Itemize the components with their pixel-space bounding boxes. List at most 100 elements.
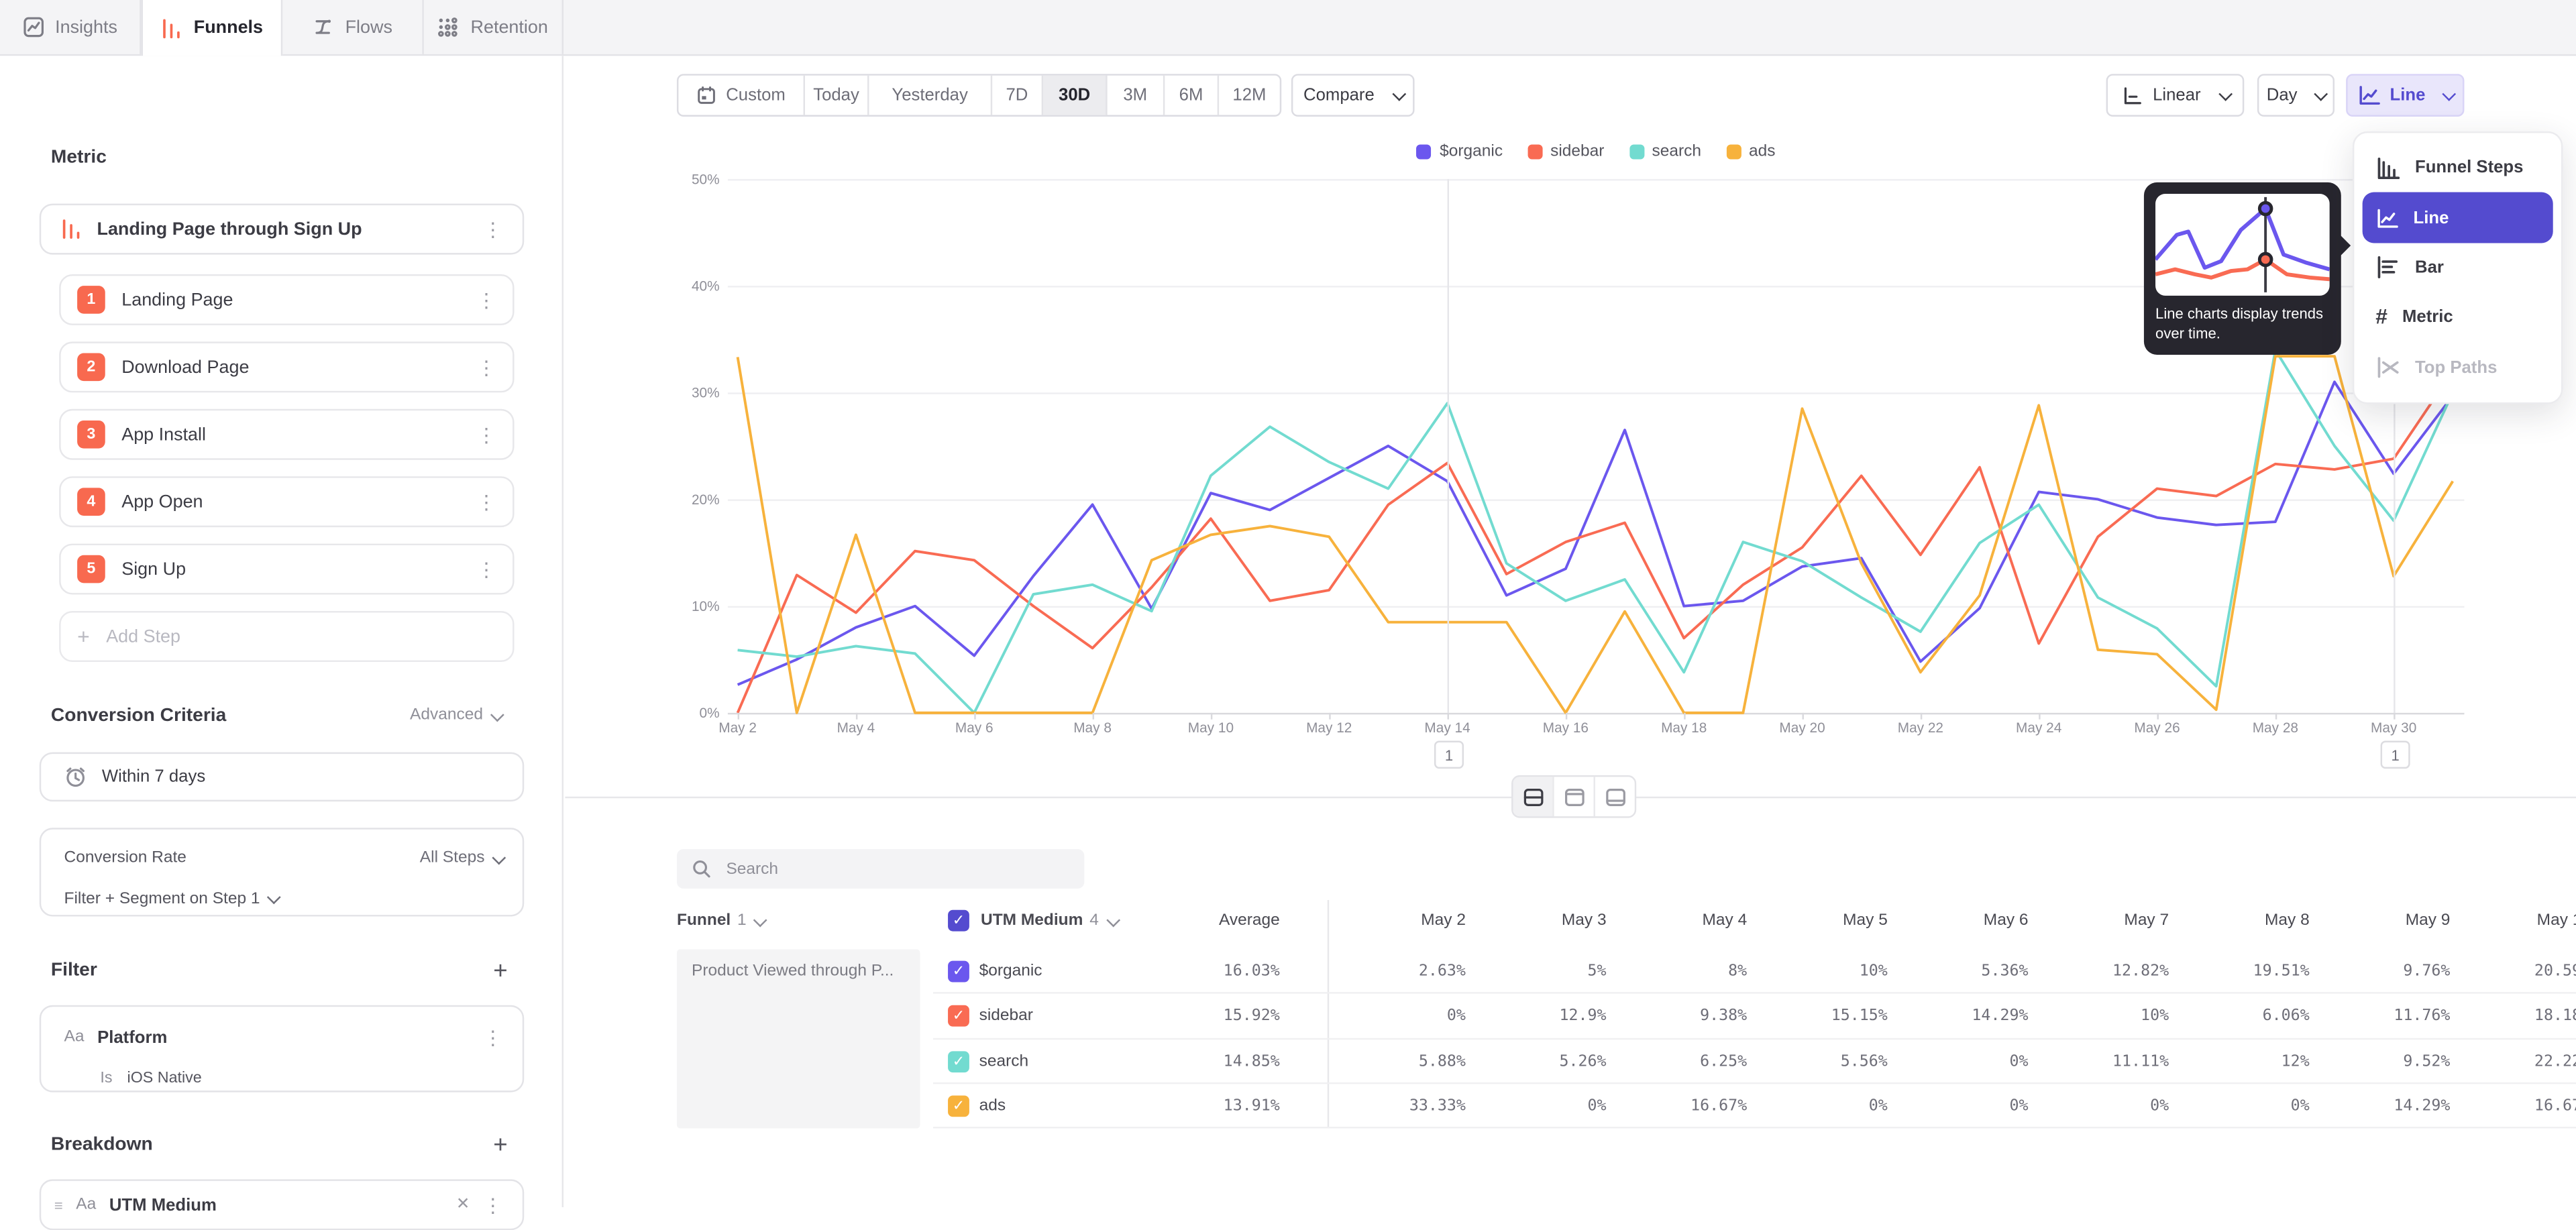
- step-number-badge: 1: [77, 286, 105, 314]
- menu-item-bar[interactable]: Bar: [2363, 243, 2553, 292]
- column-header-average[interactable]: Average: [1140, 900, 1300, 941]
- row-value: 16.03%: [1140, 950, 1300, 995]
- range-custom[interactable]: Custom: [678, 76, 805, 115]
- filter-operator[interactable]: Is: [100, 1068, 112, 1086]
- row-checkbox[interactable]: ✓: [948, 1095, 969, 1117]
- add-step-button[interactable]: + Add Step: [59, 611, 514, 662]
- search-input[interactable]: [723, 858, 1070, 880]
- column-header-may-9[interactable]: May 9: [2329, 900, 2470, 941]
- legend-label: ads: [1749, 143, 1775, 161]
- range-30d[interactable]: 30D: [1043, 76, 1108, 115]
- filter-value[interactable]: iOS Native: [127, 1068, 202, 1086]
- column-header-may-4[interactable]: May 4: [1626, 900, 1767, 941]
- funnel-step-2[interactable]: 2Download Page⋮: [59, 341, 514, 392]
- filter-kebab-icon[interactable]: ⋮: [483, 1027, 502, 1047]
- column-header-may-8[interactable]: May 8: [2189, 900, 2330, 941]
- legend-item-sidebar[interactable]: sidebar: [1527, 143, 1605, 161]
- tab-funnels[interactable]: Funnels: [142, 0, 283, 56]
- range-today[interactable]: Today: [805, 76, 869, 115]
- column-header-may-7[interactable]: May 7: [2048, 900, 2189, 941]
- x-axis-label: May 28: [2229, 720, 2321, 736]
- compare-button[interactable]: Compare: [1291, 74, 1415, 117]
- x-axis-tick: [1448, 713, 1449, 720]
- column-header-may-3[interactable]: May 3: [1485, 900, 1626, 941]
- breakdown-column-header[interactable]: ✓ UTM Medium 4: [948, 900, 1117, 941]
- menu-item-metric[interactable]: # Metric: [2363, 292, 2553, 342]
- column-header-may-5[interactable]: May 5: [1767, 900, 1908, 941]
- row-value: 6.06%: [2189, 994, 2330, 1039]
- layout-top-button[interactable]: [1554, 777, 1595, 816]
- step-label: Landing Page: [121, 290, 460, 309]
- add-breakdown-button[interactable]: +: [493, 1131, 507, 1160]
- advanced-dropdown[interactable]: Advanced: [410, 706, 501, 724]
- column-header-may-10[interactable]: May 10: [2470, 900, 2576, 941]
- tab-retention[interactable]: Retention: [424, 0, 564, 54]
- select-all-checkbox[interactable]: ✓: [948, 910, 969, 932]
- column-header-may-2[interactable]: May 2: [1345, 900, 1486, 941]
- step-kebab-icon[interactable]: ⋮: [476, 425, 496, 444]
- funnel-step-4[interactable]: 4App Open⋮: [59, 476, 514, 527]
- row-value: 18.18%: [2470, 994, 2576, 1039]
- column-header-may-6[interactable]: May 6: [1907, 900, 2048, 941]
- row-value: 0%: [2189, 1084, 2330, 1129]
- row-value: 14.29%: [1907, 994, 2048, 1039]
- retention-icon: [438, 16, 460, 38]
- funnel-step-3[interactable]: 3App Install⋮: [59, 409, 514, 460]
- range-7d[interactable]: 7D: [992, 76, 1043, 115]
- remove-breakdown-icon[interactable]: ✕: [456, 1196, 470, 1214]
- conversion-window-card[interactable]: Within 7 days: [40, 752, 524, 801]
- funnel-column-header[interactable]: Funnel 1: [677, 900, 765, 941]
- step-kebab-icon[interactable]: ⋮: [476, 559, 496, 579]
- row-checkbox[interactable]: ✓: [948, 1005, 969, 1027]
- chart-type-button[interactable]: Line: [2346, 74, 2464, 117]
- funnel-step-1[interactable]: 1 Landing Page ⋮: [59, 274, 514, 325]
- range-6m[interactable]: 6M: [1165, 76, 1219, 115]
- line-chart-icon: [2375, 207, 2398, 229]
- range-12m[interactable]: 12M: [1219, 76, 1280, 115]
- conversion-window-value: Within 7 days: [102, 767, 205, 787]
- conversion-rate-dropdown[interactable]: All Steps: [420, 849, 503, 867]
- funnel-metric-card[interactable]: Landing Page through Sign Up ⋮: [40, 204, 524, 255]
- row-group-cell[interactable]: Product Viewed through P...: [677, 950, 920, 1129]
- legend-item-organic[interactable]: $organic: [1417, 143, 1503, 161]
- legend-item-search[interactable]: search: [1629, 143, 1701, 161]
- tab-insights[interactable]: Insights: [0, 0, 142, 54]
- row-value: 10%: [1767, 950, 1908, 995]
- series-line-ads[interactable]: [738, 356, 2453, 713]
- layout-split-button[interactable]: [1513, 777, 1554, 816]
- row-checkbox[interactable]: ✓: [948, 1050, 969, 1072]
- add-filter-button[interactable]: +: [493, 958, 507, 986]
- layout-bottom-button[interactable]: [1595, 777, 1635, 816]
- menu-item-funnel-steps[interactable]: Funnel Steps: [2363, 143, 2553, 192]
- legend-item-ads[interactable]: ads: [1726, 143, 1776, 161]
- clock-icon: [64, 765, 87, 788]
- metric-icon: #: [2375, 306, 2387, 329]
- step-kebab-icon[interactable]: ⋮: [476, 290, 496, 309]
- annotation-badge[interactable]: 1: [2381, 740, 2410, 769]
- interval-button[interactable]: Day: [2257, 74, 2334, 117]
- filter-segment-dropdown[interactable]: Filter + Segment on Step 1: [41, 881, 523, 917]
- x-axis-tick: [856, 713, 857, 720]
- scale-button[interactable]: Linear: [2106, 74, 2245, 117]
- x-axis-label: May 20: [1756, 720, 1848, 736]
- breakdown-card[interactable]: ≡ Aa UTM Medium ✕ ⋮: [40, 1179, 524, 1230]
- menu-item-line[interactable]: Line: [2363, 192, 2553, 242]
- menu-item-label: Metric: [2402, 308, 2453, 327]
- funnel-metric-kebab-icon[interactable]: ⋮: [483, 219, 502, 239]
- filter-card[interactable]: Aa Platform ⋮ Is iOS Native: [40, 1005, 524, 1093]
- row-value: 0%: [1345, 994, 1486, 1039]
- row-value: 22.22%: [2470, 1039, 2576, 1084]
- drag-handle-icon[interactable]: ≡: [54, 1196, 63, 1213]
- annotation-badge[interactable]: 1: [1434, 740, 1464, 769]
- funnel-step-5[interactable]: 5Sign Up⋮: [59, 544, 514, 595]
- range-yesterday[interactable]: Yesterday: [869, 76, 993, 115]
- tab-flows[interactable]: Flows: [282, 0, 424, 54]
- filter-segment-label: Filter + Segment on Step 1: [64, 889, 260, 907]
- x-axis-label: May 10: [1165, 720, 1256, 736]
- row-checkbox[interactable]: ✓: [948, 961, 969, 983]
- range-3m[interactable]: 3M: [1108, 76, 1165, 115]
- x-axis-tick: [1093, 713, 1094, 720]
- breakdown-kebab-icon[interactable]: ⋮: [483, 1195, 502, 1215]
- step-kebab-icon[interactable]: ⋮: [476, 492, 496, 511]
- step-kebab-icon[interactable]: ⋮: [476, 357, 496, 377]
